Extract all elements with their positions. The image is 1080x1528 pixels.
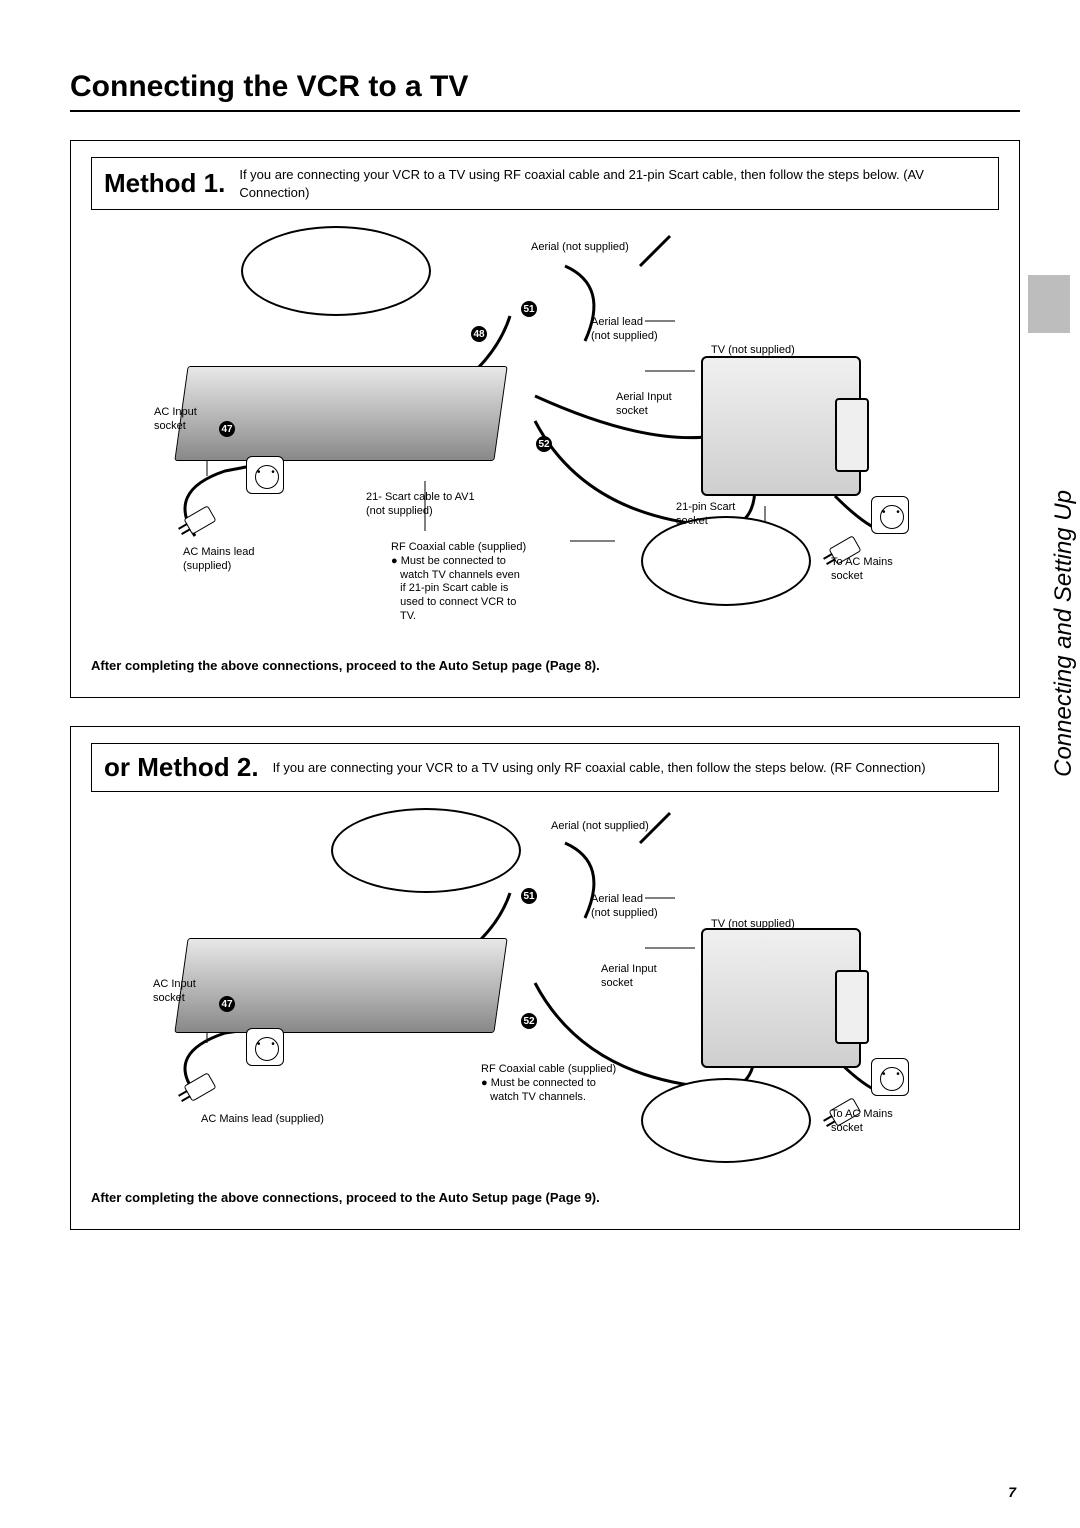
ref-47-icon: 47 xyxy=(219,421,235,437)
ac-input-label: AC Input socket xyxy=(154,406,197,434)
method-2-box: or Method 2. If you are connecting your … xyxy=(70,726,1020,1230)
scart-tv-detail-bubble-icon xyxy=(641,516,811,606)
aerial-input-label: Aerial Input socket xyxy=(601,963,657,991)
method-1-title: Method 1. xyxy=(104,168,225,199)
ac-mains-lead-label: AC Mains lead (supplied) xyxy=(183,546,255,574)
rf-cable-label: RF Coaxial cable (supplied) ● Must be co… xyxy=(391,541,526,624)
side-tab xyxy=(1028,275,1070,333)
ref-47-icon: 47 xyxy=(219,996,235,1012)
ref-52-icon: 52 xyxy=(536,436,552,452)
tv-device-icon xyxy=(701,356,861,496)
method-2-header: or Method 2. If you are connecting your … xyxy=(91,743,999,792)
method-2-footer: After completing the above connections, … xyxy=(91,1190,999,1205)
aerial-lead-label: Aerial lead (not supplied) xyxy=(591,893,658,921)
ac-plug-left-icon xyxy=(183,505,216,535)
method-1-description: If you are connecting your VCR to a TV u… xyxy=(239,166,986,201)
page-title: Connecting the VCR to a TV xyxy=(70,70,1020,112)
scart-cable-label: 21- Scart cable to AV1 (not supplied) xyxy=(366,491,475,519)
coax-detail-bubble-icon xyxy=(331,808,521,893)
aerial-input-label: Aerial Input socket xyxy=(616,391,672,419)
coax-tv-detail-bubble-icon xyxy=(641,1078,811,1163)
aerial-label: Aerial (not supplied) xyxy=(531,241,629,255)
tv-device-icon xyxy=(701,928,861,1068)
ref-52-icon: 52 xyxy=(521,1013,537,1029)
scart-socket-label: 21-pin Scart socket xyxy=(676,501,735,529)
ac-input-label: AC Input socket xyxy=(153,978,196,1006)
ref-48-icon: 48 xyxy=(471,326,487,342)
aerial-label: Aerial (not supplied) xyxy=(551,820,649,834)
ac-plug-left-icon xyxy=(183,1072,216,1102)
scart-detail-bubble-icon xyxy=(241,226,431,316)
rf-cable-label: RF Coaxial cable (supplied) ● Must be co… xyxy=(481,1063,616,1104)
tv-label: TV (not supplied) xyxy=(711,918,795,932)
wall-outlet-right-icon xyxy=(871,1058,909,1096)
ref-51-icon: 51 xyxy=(521,301,537,317)
wall-outlet-left-icon xyxy=(246,456,284,494)
vcr-device-icon xyxy=(174,938,507,1033)
section-side-label: Connecting and Setting Up xyxy=(1050,490,1078,777)
method-1-diagram: 48 51 52 47 Aerial (not supplied) Aerial… xyxy=(91,226,999,646)
method-2-diagram: 51 52 47 Aerial (not supplied) Aerial le… xyxy=(91,808,999,1178)
to-ac-label: To AC Mains socket xyxy=(831,556,893,584)
method-1-header: Method 1. If you are connecting your VCR… xyxy=(91,157,999,210)
ac-mains-lead-label: AC Mains lead (supplied) xyxy=(201,1113,324,1127)
tv-label: TV (not supplied) xyxy=(711,344,795,358)
vcr-device-icon xyxy=(174,366,507,461)
page-number: 7 xyxy=(1008,1484,1016,1500)
to-ac-label: To AC Mains socket xyxy=(831,1108,893,1136)
wall-outlet-left-icon xyxy=(246,1028,284,1066)
aerial-lead-label: Aerial lead (not supplied) xyxy=(591,316,658,344)
wall-outlet-right-icon xyxy=(871,496,909,534)
method-2-title: or Method 2. xyxy=(104,752,259,783)
ref-51-icon: 51 xyxy=(521,888,537,904)
method-1-box: Method 1. If you are connecting your VCR… xyxy=(70,140,1020,698)
method-2-description: If you are connecting your VCR to a TV u… xyxy=(273,759,926,777)
method-1-footer: After completing the above connections, … xyxy=(91,658,999,673)
